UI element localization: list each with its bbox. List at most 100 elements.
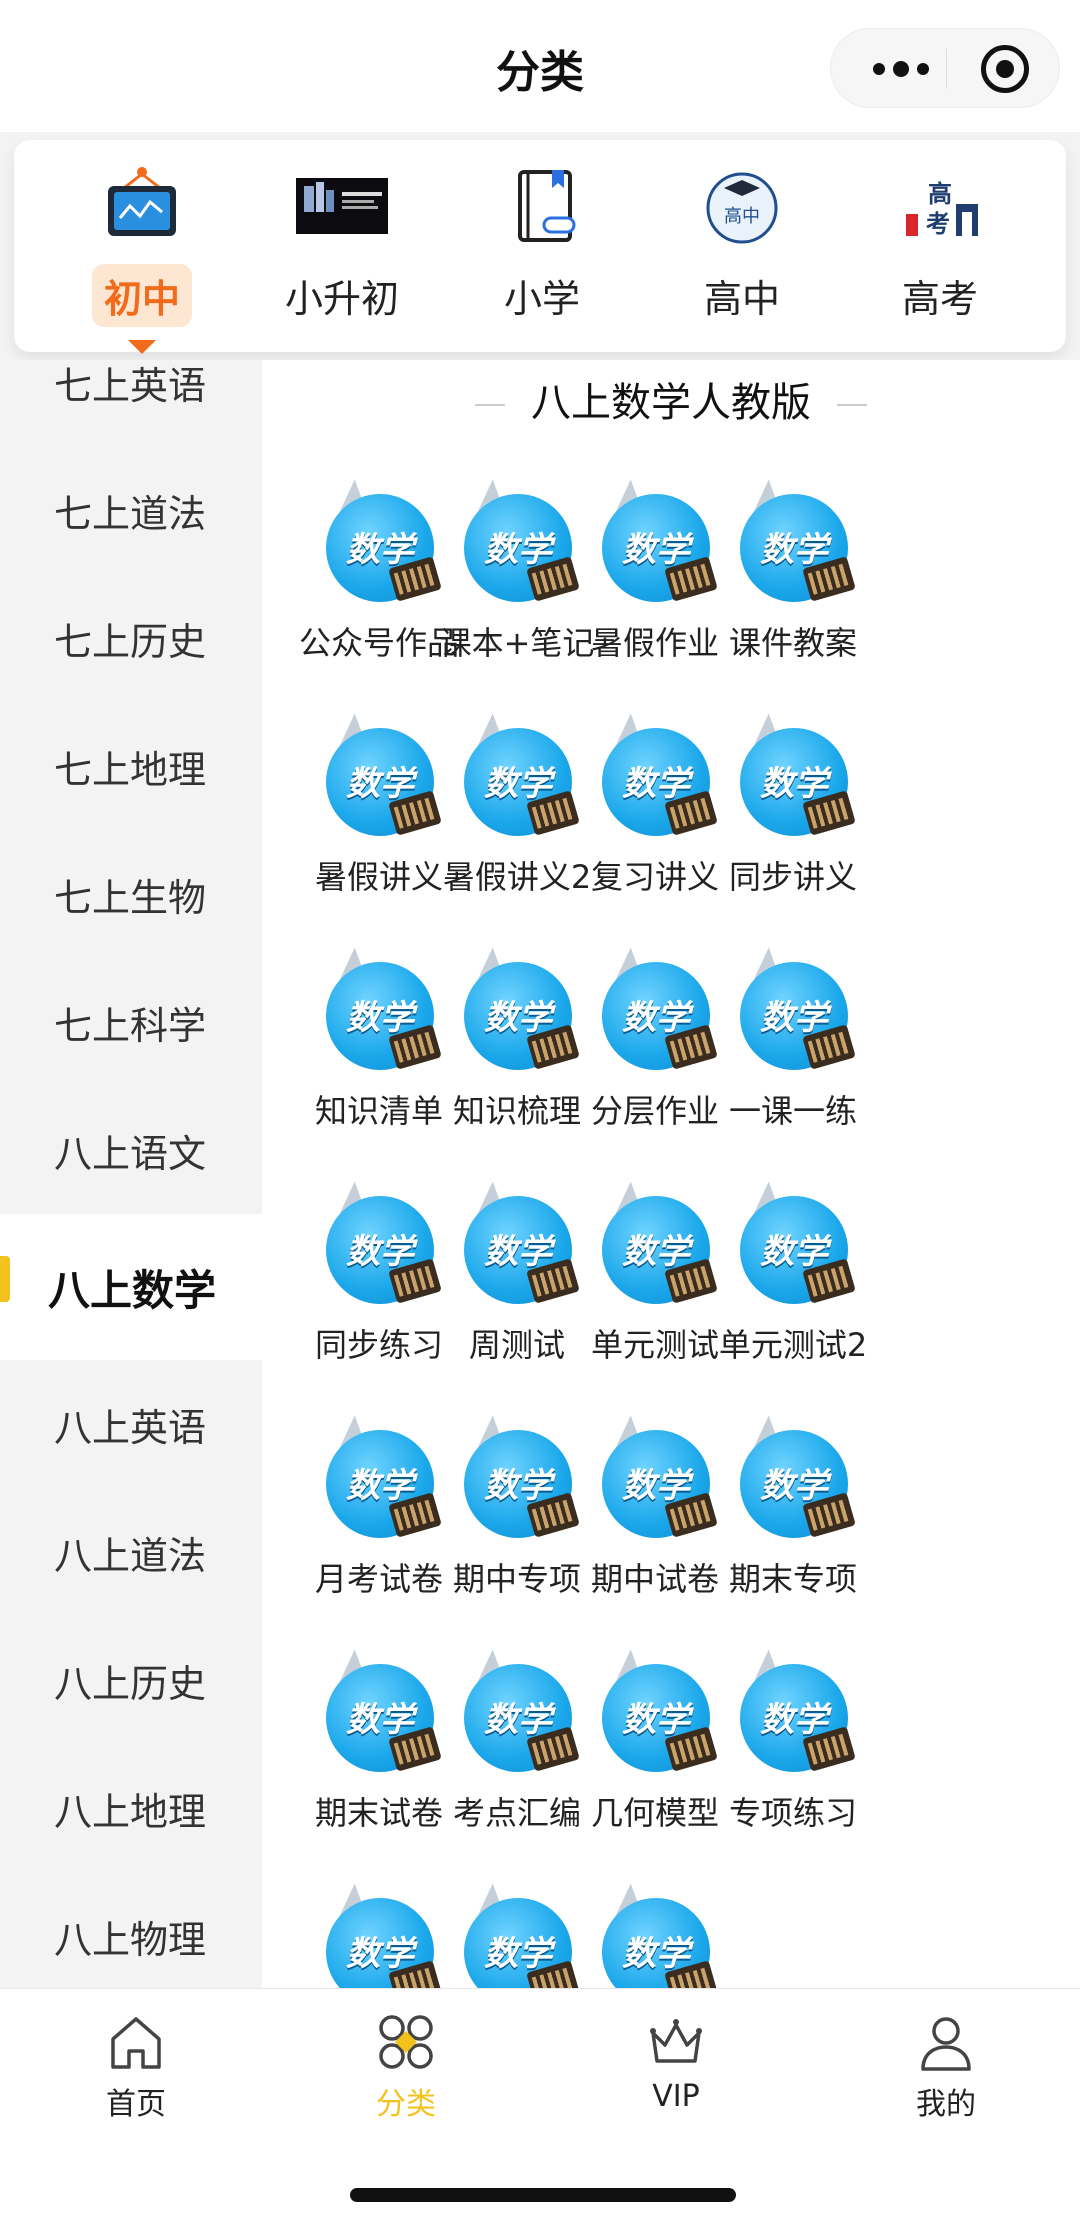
- more-options-icon[interactable]: [861, 51, 941, 87]
- math-icon: 数学: [725, 1415, 858, 1546]
- sidebar-item-7-geography[interactable]: 七上地理: [0, 702, 262, 830]
- math-icon-word: 数学: [346, 1934, 414, 1974]
- resource-item-label: 单元测试2: [718, 1326, 868, 1364]
- tab-me[interactable]: 我的: [866, 2011, 1026, 2123]
- math-icon: 数学: [725, 1181, 858, 1312]
- tab-label: 我的: [916, 2087, 976, 2122]
- math-icon-word: 数学: [760, 530, 828, 570]
- resource-item-label: 专项练习: [728, 1794, 857, 1832]
- active-category-caret: [128, 340, 156, 354]
- resource-item-label: 期末专项: [728, 1560, 857, 1598]
- sidebar-item-7-english[interactable]: 七上英语: [0, 360, 262, 446]
- sidebar-item-8-chinese[interactable]: 八上语文: [0, 1086, 262, 1214]
- math-icon-word: 数学: [760, 1466, 828, 1506]
- crown-icon: [645, 2011, 707, 2073]
- close-target-icon[interactable]: [981, 45, 1029, 93]
- math-icon-word: 数学: [760, 998, 828, 1038]
- gaokao-logo-icon: 高 考: [892, 166, 988, 246]
- math-icon-word: 数学: [484, 764, 552, 804]
- category-label: 高中: [703, 277, 780, 321]
- sidebar-item-8-english[interactable]: 八上英语: [0, 1360, 262, 1488]
- math-icon-word: 数学: [484, 1934, 552, 1974]
- math-icon: 数学: [725, 479, 858, 610]
- category-bar: 初中 小升初 小学 高中 高中 高 考 高考: [0, 132, 1080, 360]
- sidebar-item-8-morality-law[interactable]: 八上道法: [0, 1488, 262, 1616]
- math-icon-word: 数学: [622, 1466, 690, 1506]
- math-icon-word: 数学: [484, 998, 552, 1038]
- home-indicator: [350, 2188, 736, 2202]
- resource-item[interactable]: 数学 专项练习: [696, 1649, 890, 1884]
- resource-item-label: 同步讲义: [728, 858, 857, 896]
- sidebar-item-8-physics[interactable]: 八上物理: [0, 1872, 262, 1988]
- category-card: 初中 小升初 小学 高中 高中 高 考 高考: [14, 140, 1066, 354]
- nav-header: 分类: [0, 0, 1080, 132]
- tab-vip[interactable]: VIP: [596, 2011, 756, 2114]
- tab-label: 首页: [106, 2087, 166, 2122]
- content-panel: 八上数学人教版 数学 公众号作品 数学 课本+笔记 数学 暑假作业 数学 课件教案 数学 暑假讲义…: [262, 360, 1080, 1988]
- math-icon-word: 数学: [760, 764, 828, 804]
- math-icon-word: 数学: [622, 1232, 690, 1272]
- math-icon-word: 数学: [346, 1700, 414, 1740]
- category-tab-primary-to-junior[interactable]: 小升初: [252, 166, 432, 321]
- resource-item-label: 一课一练: [728, 1092, 857, 1130]
- tab-label: VIP: [652, 2079, 700, 2114]
- section-title: 八上数学人教版: [262, 370, 1080, 428]
- mini-program-capsule: [830, 28, 1060, 108]
- sidebar-item-8-history[interactable]: 八上历史: [0, 1616, 262, 1744]
- sidebar-item-7-morality-law[interactable]: 七上道法: [0, 446, 262, 574]
- category-label: 初中: [91, 264, 192, 327]
- title-divider-left: [475, 404, 505, 406]
- capsule-divider: [946, 49, 947, 89]
- math-icon-word: 数学: [484, 1232, 552, 1272]
- title-divider-right: [837, 404, 867, 406]
- math-icon: 数学: [725, 1649, 858, 1780]
- math-icon: 数学: [587, 1883, 720, 1988]
- svg-text:考: 考: [926, 210, 950, 238]
- book-link-icon: [494, 166, 590, 246]
- tab-home[interactable]: 首页: [56, 2011, 216, 2123]
- tab-category[interactable]: 分类: [326, 2011, 486, 2123]
- category-label: 高考: [901, 277, 978, 321]
- category-tab-senior-high[interactable]: 高中 高中: [652, 166, 832, 321]
- resource-item[interactable]: 数学 课件教案: [696, 479, 890, 714]
- math-icon-word: 数学: [346, 998, 414, 1038]
- graduation-badge-icon: 高中: [694, 166, 790, 246]
- svg-text:高中: 高中: [724, 206, 760, 227]
- sidebar-item-8-geography[interactable]: 八上地理: [0, 1744, 262, 1872]
- resource-item[interactable]: 数学单元测试2: [696, 1181, 890, 1416]
- math-icon-word: 数学: [346, 1466, 414, 1506]
- user-icon: [915, 2011, 977, 2073]
- category-tab-gaokao[interactable]: 高 考 高考: [850, 166, 1030, 321]
- resource-item-label: 课件教案: [728, 624, 857, 662]
- monitor-chart-icon: [94, 166, 190, 246]
- math-icon-word: 数学: [622, 1700, 690, 1740]
- math-icon-word: 数学: [760, 1232, 828, 1272]
- math-icon-word: 数学: [760, 1700, 828, 1740]
- math-icon-word: 数学: [484, 1466, 552, 1506]
- svg-text:高: 高: [928, 180, 952, 208]
- resource-item[interactable]: 数学 同步讲义: [696, 713, 890, 948]
- sidebar-item-8-math[interactable]: 八上数学: [0, 1214, 262, 1360]
- math-icon: 数学: [725, 947, 858, 1078]
- sidebar-item-7-history[interactable]: 七上历史: [0, 574, 262, 702]
- math-icon-word: 数学: [484, 530, 552, 570]
- sidebar: 七上英语 七上道法 七上历史 七上地理 七上生物 七上科学 八上语文 八上数学 …: [0, 360, 262, 1988]
- math-icon-word: 数学: [622, 764, 690, 804]
- sidebar-item-7-science[interactable]: 七上科学: [0, 958, 262, 1086]
- sidebar-item-7-biology[interactable]: 七上生物: [0, 830, 262, 958]
- math-icon: 数学: [725, 713, 858, 844]
- category-icon: [375, 2011, 437, 2073]
- resource-item[interactable]: 数学 期末专项: [696, 1415, 890, 1650]
- tab-label: 分类: [376, 2087, 436, 2122]
- math-icon-word: 数学: [484, 1700, 552, 1740]
- home-icon: [105, 2011, 167, 2073]
- category-label: 小升初: [284, 277, 399, 321]
- math-icon-word: 数学: [346, 764, 414, 804]
- resource-item[interactable]: 数学: [558, 1883, 752, 1988]
- section-title-text: 八上数学人教版: [531, 380, 811, 426]
- resource-item[interactable]: 数学 一课一练: [696, 947, 890, 1182]
- category-tab-junior-high[interactable]: 初中: [52, 166, 232, 327]
- category-tab-primary[interactable]: 小学: [452, 166, 632, 321]
- banner-image-icon: [294, 166, 390, 246]
- math-icon-word: 数学: [346, 530, 414, 570]
